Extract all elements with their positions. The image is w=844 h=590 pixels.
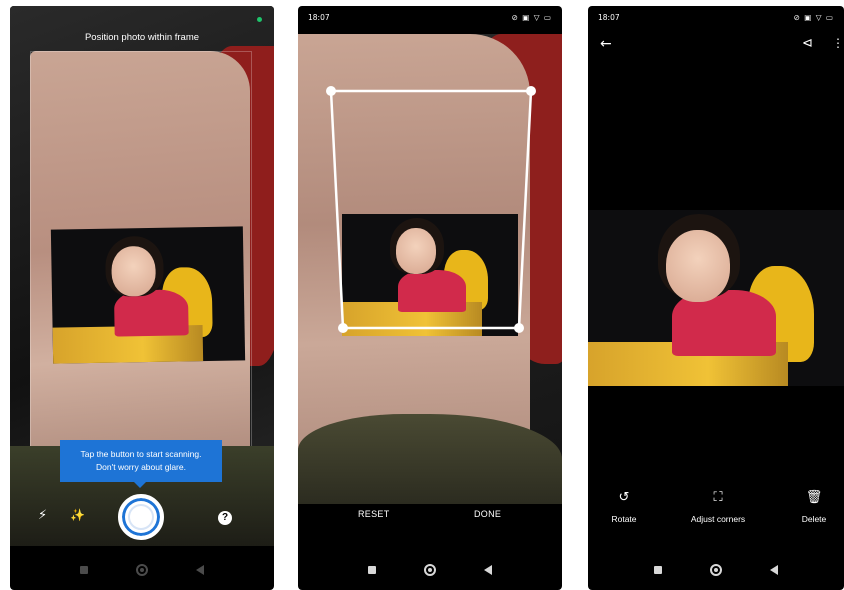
camera-screen: Position photo within frame Tap the butt… bbox=[10, 6, 274, 590]
recents-button[interactable] bbox=[654, 566, 662, 574]
crop-corners-icon: ⛶ bbox=[713, 490, 723, 505]
recents-button[interactable] bbox=[368, 566, 376, 574]
system-nav-bar bbox=[588, 550, 844, 590]
crop-handle-top-right[interactable] bbox=[526, 86, 536, 96]
scan-tip-tooltip: Tap the button to start scanning. Don't … bbox=[60, 440, 222, 482]
share-icon[interactable]: ⊲ bbox=[802, 36, 813, 51]
instruction-text: Position photo within frame bbox=[84, 32, 200, 43]
status-icons: ⊘ ▣ ▽ ▭ bbox=[793, 12, 834, 22]
back-arrow-icon[interactable]: ← bbox=[600, 36, 612, 52]
shutter-button[interactable] bbox=[118, 494, 164, 540]
crop-handle-top-left[interactable] bbox=[326, 86, 336, 96]
status-time: 18:07 bbox=[598, 12, 620, 22]
recents-button[interactable] bbox=[80, 566, 88, 574]
scanned-photo-result bbox=[588, 210, 844, 386]
back-button[interactable] bbox=[484, 565, 492, 575]
rotate-action[interactable]: ↺ Rotate bbox=[588, 488, 664, 524]
system-nav-bar bbox=[10, 550, 274, 590]
tooltip-arrow bbox=[134, 482, 146, 488]
crop-screen: 18:07 ⊘ ▣ ▽ ▭ RESET DONE bbox=[298, 6, 562, 590]
camera-active-indicator bbox=[257, 17, 262, 22]
result-screen: 18:07 ⊘ ▣ ▽ ▭ ← ⊲ ⋮ ↺ Rotate ⛶ Adjust co… bbox=[588, 6, 844, 590]
delete-action[interactable]: 🗑 Delete bbox=[774, 488, 844, 524]
done-button[interactable]: DONE bbox=[474, 509, 501, 519]
system-nav-bar bbox=[298, 550, 562, 590]
adjust-corners-action[interactable]: ⛶ Adjust corners bbox=[678, 488, 758, 524]
home-button[interactable] bbox=[710, 564, 722, 576]
magic-wand-icon[interactable]: ✨ bbox=[70, 508, 85, 522]
crop-handle-bottom-left[interactable] bbox=[338, 323, 348, 333]
home-button[interactable] bbox=[424, 564, 436, 576]
crop-frame[interactable] bbox=[298, 6, 562, 506]
more-options-icon[interactable]: ⋮ bbox=[832, 36, 844, 50]
back-button[interactable] bbox=[196, 565, 204, 575]
rotate-icon: ↺ bbox=[618, 490, 630, 505]
crop-handle-bottom-right[interactable] bbox=[514, 323, 524, 333]
status-bar: 18:07 ⊘ ▣ ▽ ▭ bbox=[588, 6, 844, 28]
help-icon[interactable]: ? bbox=[218, 511, 232, 525]
trash-icon: 🗑 bbox=[805, 490, 823, 505]
scanned-photo-preview bbox=[50, 226, 246, 364]
home-button[interactable] bbox=[136, 564, 148, 576]
flash-icon[interactable]: ⚡ bbox=[38, 508, 47, 523]
back-button[interactable] bbox=[770, 565, 778, 575]
reset-button[interactable]: RESET bbox=[358, 509, 390, 519]
